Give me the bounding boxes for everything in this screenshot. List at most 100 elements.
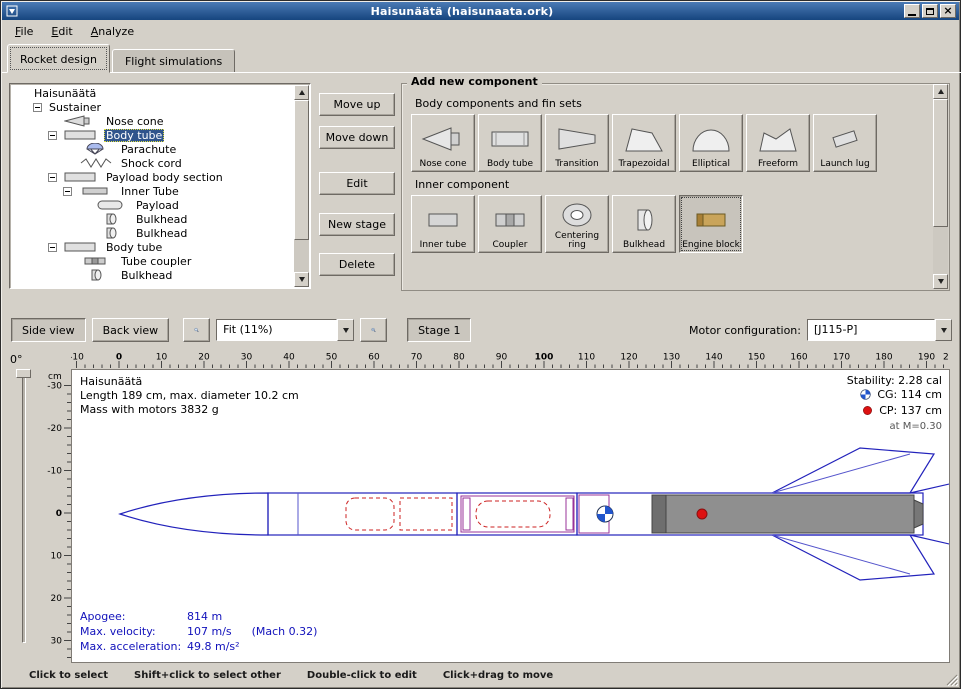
bulkhead-icon <box>92 213 130 225</box>
tree-item-label: Inner Tube <box>119 185 181 198</box>
tree-item-label: Bulkhead <box>119 269 174 282</box>
motor-configuration-select[interactable]: [J115-P] <box>807 319 952 341</box>
dropdown-arrow-icon[interactable] <box>935 319 952 341</box>
tab-flight-simulations[interactable]: Flight simulations <box>112 49 235 73</box>
tree-scrollbar[interactable] <box>294 85 309 287</box>
rotation-slider-track[interactable] <box>22 373 26 643</box>
add-elliptical-button[interactable]: Elliptical <box>679 114 743 172</box>
tree-item-shock-cord[interactable]: Shock cord <box>12 156 293 170</box>
nosecone-icon <box>421 117 465 160</box>
tree-item-body-tube[interactable]: Body tube <box>12 240 293 254</box>
rotation-slider-handle[interactable] <box>16 369 31 378</box>
side-view-button[interactable]: Side view <box>11 318 86 342</box>
stability-condition: at M=0.30 <box>847 420 942 434</box>
zoom-out-button[interactable] <box>183 318 210 342</box>
add-coupler-button[interactable]: Coupler <box>478 195 542 253</box>
expander-icon[interactable] <box>63 187 72 196</box>
expander-icon[interactable] <box>48 173 57 182</box>
add-nose-cone-button[interactable]: Nose cone <box>411 114 475 172</box>
delete-button[interactable]: Delete <box>319 253 395 276</box>
transition-icon <box>555 117 599 160</box>
menu-file[interactable]: File <box>6 21 42 42</box>
zoom-select[interactable]: Fit (11%) <box>216 319 354 341</box>
svg-text:100: 100 <box>535 353 554 363</box>
menu-analyze[interactable]: Analyze <box>82 21 143 42</box>
new-stage-button[interactable]: New stage <box>319 213 395 236</box>
rocket-name: Haisunäätä <box>80 375 299 389</box>
window-title: Haisunäätä (haisunaata.ork) <box>20 5 904 18</box>
svg-text:180: 180 <box>875 353 892 363</box>
svg-text:140: 140 <box>705 353 722 363</box>
add-body-tube-button[interactable]: Body tube <box>478 114 542 172</box>
nose-cone-shape[interactable] <box>120 493 268 535</box>
add-engine-block-button[interactable]: Engine block <box>679 195 743 253</box>
tree-item-sustainer[interactable]: Sustainer <box>12 100 293 114</box>
svg-text:10: 10 <box>51 552 63 562</box>
tree-item-inner-tube[interactable]: Inner Tube <box>12 184 293 198</box>
dropdown-arrow-icon[interactable] <box>337 319 354 341</box>
resize-grip[interactable] <box>944 672 958 686</box>
add-component-title: Add new component <box>407 75 542 88</box>
tree-item-bulkhead[interactable]: Bulkhead <box>12 226 293 240</box>
expander-icon[interactable] <box>48 131 57 140</box>
svg-text:110: 110 <box>578 353 595 363</box>
tree-item-payload[interactable]: Payload <box>12 198 293 212</box>
add-launch-lug-button[interactable]: Launch lug <box>813 114 877 172</box>
edit-button[interactable]: Edit <box>319 172 395 195</box>
scroll-down-button[interactable] <box>294 272 309 287</box>
rocket-canvas[interactable]: Haisunäätä Length 189 cm, max. diameter … <box>71 369 950 663</box>
add-trapezoidal-button[interactable]: Trapezoidal <box>612 114 676 172</box>
trapezoidal-icon <box>622 117 666 160</box>
expander-icon[interactable] <box>33 103 42 112</box>
close-button[interactable]: × <box>940 4 956 18</box>
stage-1-toggle[interactable]: Stage 1 <box>407 318 471 342</box>
group-label-body-components-and-fin-sets: Body components and fin sets <box>415 97 930 110</box>
shock-cord-shape <box>400 498 452 530</box>
tree-item-nose-cone[interactable]: Nose cone <box>12 114 293 128</box>
tree-item-body-tube[interactable]: Body tube <box>12 128 293 142</box>
forward-body-tube-shape[interactable] <box>268 493 457 535</box>
minimize-button[interactable] <box>904 4 920 18</box>
tree-item-haisun-t[interactable]: Haisunäätä <box>12 86 293 100</box>
menu-edit[interactable]: Edit <box>42 21 81 42</box>
rotation-value: 0° <box>10 353 23 366</box>
component-tree[interactable]: HaisunäätäSustainerNose coneBody tubePar… <box>12 86 293 286</box>
add-panel-scrollbar[interactable] <box>933 84 948 289</box>
stability-value: 2.28 cal <box>898 374 942 387</box>
add-bulkhead-button[interactable]: Bulkhead <box>612 195 676 253</box>
move-up-button[interactable]: Move up <box>319 93 395 116</box>
add-transition-button[interactable]: Transition <box>545 114 609 172</box>
nosecone-icon <box>62 115 100 127</box>
maximize-button[interactable] <box>922 4 938 18</box>
tree-item-bulkhead[interactable]: Bulkhead <box>12 212 293 226</box>
add-centering-ring-button[interactable]: Centering ring <box>545 195 609 253</box>
coupler-icon <box>488 198 532 241</box>
scroll-up-button[interactable] <box>933 84 948 99</box>
tab-rocket-design[interactable]: Rocket design <box>7 44 110 73</box>
scrollbar-thumb[interactable] <box>294 100 309 240</box>
zoom-in-button[interactable] <box>360 318 387 342</box>
motor-shape[interactable] <box>652 495 923 533</box>
max-velocity-value: 107 m/s <box>187 624 240 639</box>
scroll-up-button[interactable] <box>294 85 309 100</box>
expander-icon[interactable] <box>48 243 57 252</box>
title-bar[interactable]: Haisunäätä (haisunaata.ork) × <box>2 2 959 20</box>
parachute-icon <box>77 143 115 155</box>
motor-configuration-value: [J115-P] <box>807 319 935 341</box>
tree-item-tube-coupler[interactable]: Tube coupler <box>12 254 293 268</box>
payload-section-shape[interactable] <box>457 493 577 535</box>
move-down-button[interactable]: Move down <box>319 126 395 149</box>
app-icon[interactable] <box>6 5 20 17</box>
back-view-button[interactable]: Back view <box>92 318 170 342</box>
tree-item-parachute[interactable]: Parachute <box>12 142 293 156</box>
apogee-label: Apogee: <box>80 609 183 624</box>
add-inner-tube-button[interactable]: Inner tube <box>411 195 475 253</box>
add-freeform-button[interactable]: Freeform <box>746 114 810 172</box>
massive-component-shapes[interactable] <box>346 498 550 530</box>
tree-item-payload-body-section[interactable]: Payload body section <box>12 170 293 184</box>
rotation-control: 0° <box>1 351 45 663</box>
tree-item-bulkhead[interactable]: Bulkhead <box>12 268 293 282</box>
bodytube-icon <box>62 241 100 253</box>
scroll-down-button[interactable] <box>933 274 948 289</box>
scrollbar-thumb[interactable] <box>933 99 948 227</box>
